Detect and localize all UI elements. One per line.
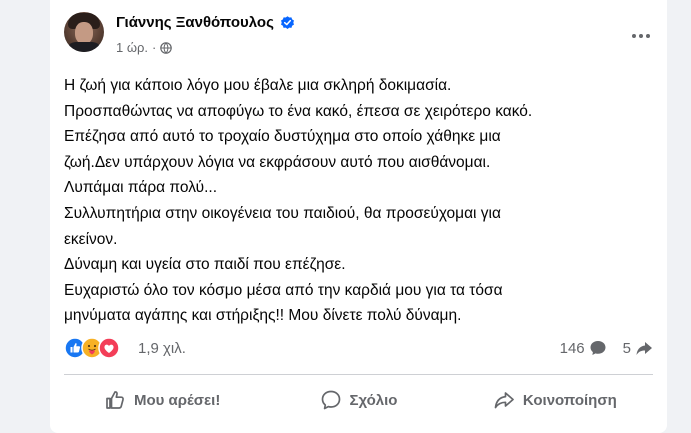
post-header: Γιάννης Ξανθόπουλος 1 ώρ. ·	[64, 8, 655, 64]
post-line: Η ζωή για κάποιο λόγο μου έβαλε μια σκλη…	[64, 77, 452, 94]
post-line: Δύναμη και υγεία στο παιδί που επέζησε.	[64, 256, 346, 274]
author-row: Γιάννης Ξανθόπουλος	[116, 14, 295, 31]
post-line: Προσπαθώντας να αποφύγω το ένα κακό, έπε…	[64, 102, 533, 120]
reactions-row: 1,9 χιλ. 146 5	[64, 336, 653, 362]
verified-badge-icon	[280, 16, 294, 29]
post-line: Λυπάμαι πάρα πολύ...	[64, 179, 218, 197]
post-line: μηνύματα αγάπης και στήριξης!! Μου δίνετ…	[64, 307, 462, 325]
globe-icon[interactable]	[160, 41, 173, 54]
reaction-icons[interactable]	[64, 337, 120, 359]
more-options-icon[interactable]	[629, 26, 653, 46]
post-timestamp[interactable]: 1 ώρ.	[116, 40, 148, 55]
comments-stat[interactable]: 146	[560, 339, 607, 357]
meta-separator: ·	[152, 40, 157, 55]
post-line: Ευχαριστώ όλο τον κόσμο μέσα από την καρ…	[64, 281, 503, 299]
post-line: ζωή.Δεν υπάρχουν λόγια να εκφράσουν αυτό…	[64, 153, 491, 171]
like-label: Μου αρέσει!	[133, 391, 221, 409]
shares-count: 5	[622, 339, 631, 357]
share-label: Κοινοποίηση	[522, 391, 617, 409]
share-arrow-icon	[636, 342, 652, 355]
thumbs-up-icon	[106, 391, 124, 409]
comments-count: 146	[559, 339, 585, 357]
like-button[interactable]: Μου αρέσει!	[64, 380, 260, 420]
post-body: Η ζωή για κάποιο λόγο μου έβαλε μια σκλη…	[64, 73, 654, 329]
post-card: Γιάννης Ξανθόπουλος 1 ώρ. · Η ζωή για κά…	[50, 0, 667, 433]
share-icon	[494, 392, 514, 409]
author-name[interactable]: Γιάννης Ξανθόπουλος	[116, 14, 274, 31]
actions-divider	[64, 374, 653, 375]
post-meta: 1 ώρ. ·	[116, 40, 173, 55]
share-button[interactable]: Κοινοποίηση	[457, 380, 653, 420]
post-line: εκείνον.	[64, 230, 118, 248]
comment-label: Σχόλιο	[349, 391, 398, 409]
comment-button[interactable]: Σχόλιο	[260, 380, 456, 420]
reaction-count[interactable]: 1,9 χιλ.	[138, 340, 186, 357]
comment-icon	[321, 390, 340, 410]
post-actions: Μου αρέσει! Σχόλιο Κοινοποίηση	[64, 380, 653, 420]
avatar[interactable]	[64, 12, 104, 52]
post-stats: 146 5	[560, 339, 653, 357]
post-line: Συλλυπητήρια στην οικογένεια του παιδιού…	[64, 204, 501, 222]
comment-bubble-icon	[590, 341, 606, 355]
post-line: Επέζησα από αυτό το τροχαίο δυστύχημα στ…	[64, 128, 501, 146]
love-icon	[98, 337, 120, 359]
shares-stat[interactable]: 5	[623, 339, 653, 357]
